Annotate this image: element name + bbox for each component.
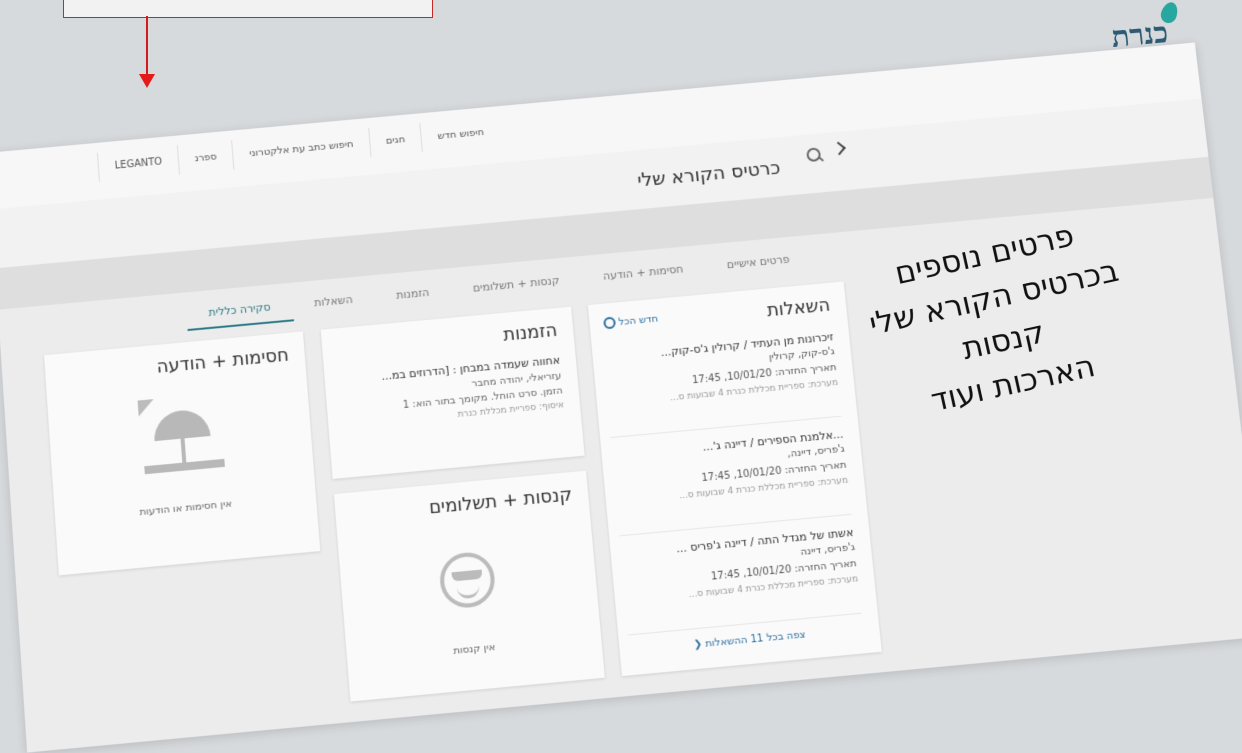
- sunglasses-smiley-icon: [437, 550, 497, 610]
- refresh-icon: [603, 316, 617, 330]
- loan-item[interactable]: ...אלמנת הספירים / דיינה ג'... ג'פריס, ד…: [611, 427, 852, 537]
- view-all-label: חדש הכל: [618, 313, 659, 328]
- no-fines-text: אין קנסות: [452, 641, 496, 657]
- no-blocks-text: אין חסימות או הודעות: [139, 498, 233, 519]
- search-icon[interactable]: [806, 147, 822, 163]
- fines-title: קנסות + תשלומים: [428, 484, 573, 519]
- chevron-left-icon: ❮: [693, 638, 703, 651]
- holds-card: הזמנות אחווה שעמדה במבחן : [הדרוזים במ..…: [320, 306, 585, 480]
- callout-arrow-icon: [139, 74, 155, 88]
- nav-item-ejournal-search[interactable]: חיפוש כתב עת אלקטרוני: [231, 127, 371, 170]
- tab-fines[interactable]: קנסות + תשלומים: [450, 264, 583, 307]
- view-all-link[interactable]: חדש הכל: [603, 313, 659, 330]
- chevron-right-icon[interactable]: [831, 141, 846, 156]
- tab-overview[interactable]: סקירה כללית: [185, 290, 294, 332]
- tab-blocks[interactable]: חסימות + הודעה: [580, 253, 707, 295]
- blocks-card: חסימות + הודעה אין חסימות או הודעות: [44, 331, 321, 576]
- loan-item[interactable]: אשתו של מגדל התה / דיינה ג'פריס ... ג'פר…: [620, 525, 862, 636]
- loan-item[interactable]: זיכרונות מן העתיד / קרולין ג'ס-קוק... ג'…: [602, 330, 842, 439]
- fines-card: קנסות + תשלומים אין קנסות: [333, 470, 605, 702]
- nav-item-leganto[interactable]: LEGANTO: [96, 145, 179, 182]
- tab-loans[interactable]: השאלות: [291, 283, 376, 321]
- beach-umbrella-icon: [140, 399, 225, 476]
- tab-requests[interactable]: הזמנות: [373, 276, 452, 314]
- callout-box: [63, 0, 433, 18]
- callout-line: [146, 16, 148, 76]
- hold-item[interactable]: אחווה שעמדה במבחן : [הדרוזים במ... עזריא…: [336, 354, 564, 431]
- nav-item-new-search[interactable]: חיפוש חדש: [419, 115, 502, 153]
- blocks-title: חסימות + הודעה: [156, 344, 290, 378]
- holds-title: הזמנות: [502, 319, 559, 346]
- logo[interactable]: כנרת: [1110, 16, 1170, 55]
- see-all-loans-label: צפה בכל 11 ההשאלות: [704, 629, 807, 650]
- nav-item-holidays[interactable]: חגים: [367, 123, 423, 158]
- nav-item-librarian[interactable]: ספרנ: [176, 140, 234, 175]
- page-title: כרטיס הקורא שלי: [636, 156, 782, 192]
